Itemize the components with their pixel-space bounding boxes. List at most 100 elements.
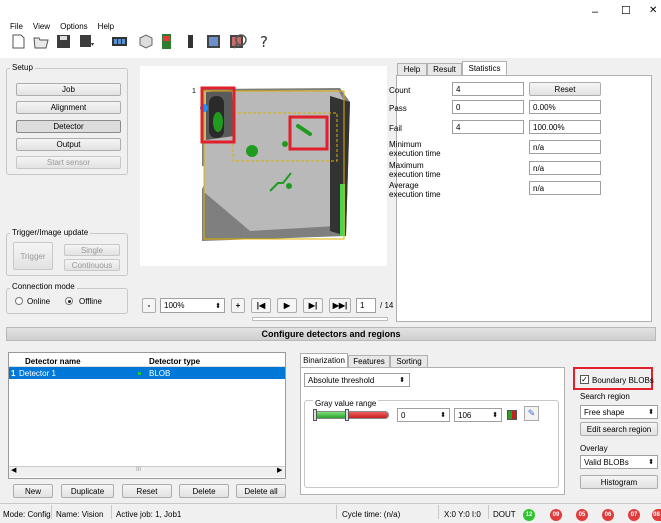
toolbar — [0, 34, 661, 58]
svg-text:?: ? — [260, 33, 268, 50]
row-detector-type: BLOB — [149, 369, 171, 378]
tab-binarization[interactable]: Binarization — [300, 353, 348, 367]
status-divider — [438, 505, 439, 519]
maximize-icon[interactable]: ☐ — [621, 4, 631, 17]
spin-arrows-icon: ⬍ — [440, 412, 446, 419]
single-button[interactable]: Single — [64, 244, 120, 256]
open-folder-icon[interactable] — [33, 33, 50, 50]
overlay-select[interactable]: Valid BLOBs ⬍ — [580, 455, 658, 469]
gray-low-input[interactable]: 0 ⬍ — [397, 408, 450, 422]
start-sensor-button[interactable]: Start sensor — [16, 156, 121, 169]
min-exec-label: Minimum execution time — [389, 140, 441, 158]
threshold-mode-select[interactable]: Absolute threshold ⬍ — [304, 373, 410, 387]
spin-arrows-icon: ⬍ — [399, 377, 405, 384]
row-index: 1 — [11, 369, 16, 378]
tab-result[interactable]: Result — [427, 63, 462, 75]
tab-sorting[interactable]: Sorting — [390, 355, 428, 367]
count-label: Count — [389, 86, 411, 95]
new-detector-button[interactable]: New — [13, 484, 53, 498]
row-detector-name: Detector 1 — [19, 369, 56, 378]
trigger-title: Trigger/Image update — [10, 228, 91, 237]
color-toggle-icon[interactable] — [507, 410, 517, 420]
reset-stats-button[interactable]: Reset — [529, 82, 601, 96]
gray-high-input[interactable]: 106 ⬍ — [454, 408, 502, 422]
alignment-button[interactable]: Alignment — [16, 101, 121, 114]
boundary-checkbox[interactable]: ✓ — [580, 375, 589, 384]
status-dout: DOUT — [493, 510, 516, 519]
tab-statistics[interactable]: Statistics — [462, 61, 507, 75]
table-scrollbar[interactable] — [9, 466, 285, 477]
display-icon[interactable] — [182, 33, 199, 50]
scroll-right-icon[interactable]: ▶ — [277, 466, 282, 474]
gray-range-slider[interactable] — [313, 409, 389, 421]
dout-led-07: 07 — [628, 509, 640, 521]
slider-low-handle[interactable] — [313, 409, 317, 421]
frame-input[interactable]: 1 — [356, 298, 376, 313]
minimize-icon[interactable]: – — [592, 6, 598, 18]
offline-label: Offline — [79, 297, 102, 306]
spin-arrows-icon: ⬍ — [215, 302, 221, 310]
reset-detector-button[interactable]: Reset — [122, 484, 172, 498]
fail-percent-field: 100.00% — [529, 120, 601, 134]
scroll-left-icon[interactable]: ◀ — [11, 466, 16, 474]
overlay-title: Overlay — [580, 444, 608, 453]
delete-button[interactable]: Delete — [179, 484, 229, 498]
pipette-icon[interactable]: ✎ — [524, 406, 539, 421]
delete-all-button[interactable]: Delete all — [236, 484, 286, 498]
last-frame-icon[interactable]: ▶▶| — [329, 298, 351, 313]
continuous-button[interactable]: Continuous — [64, 259, 120, 271]
sensor-icon[interactable] — [158, 33, 175, 50]
cube-icon[interactable] — [137, 33, 154, 50]
image-marker-label: 1 — [192, 88, 196, 95]
help-icon[interactable]: ? — [256, 33, 273, 50]
search-region-select[interactable]: Free shape ⬍ — [580, 405, 658, 419]
save-icon[interactable] — [55, 33, 72, 50]
column-header-name[interactable]: Detector name — [25, 357, 81, 366]
step-forward-icon[interactable]: ▶| — [303, 298, 323, 313]
dout-led-12: 12 — [523, 509, 535, 521]
offline-radio[interactable] — [65, 297, 73, 305]
section-header: Configure detectors and regions — [6, 327, 656, 341]
tab-features[interactable]: Features — [348, 355, 390, 367]
menu-bar: File View Options Help — [0, 22, 661, 34]
new-job-icon[interactable] — [10, 33, 27, 50]
duplicate-button[interactable]: Duplicate — [61, 484, 114, 498]
spin-arrows-icon: ⬍ — [648, 409, 654, 416]
scroll-thumb[interactable]: III — [136, 467, 141, 473]
first-frame-icon[interactable]: |◀ — [251, 298, 271, 313]
trigger-button[interactable]: Trigger — [13, 242, 53, 270]
loupe-icon[interactable] — [232, 33, 249, 50]
online-radio[interactable] — [15, 297, 23, 305]
image-viewer[interactable]: 1 — [140, 66, 387, 266]
save-as-icon[interactable] — [78, 33, 95, 50]
zoom-out-button[interactable]: - — [142, 298, 156, 313]
status-cycle: Cycle time: (n/a) — [342, 510, 401, 519]
tab-help[interactable]: Help — [397, 63, 427, 75]
boundary-label: Boundary BLOBs — [592, 376, 654, 385]
status-xyi: X:0 Y:0 I:0 — [444, 510, 481, 519]
blob-dot-icon — [138, 372, 141, 375]
slider-high-handle[interactable] — [345, 409, 349, 421]
job-button[interactable]: Job — [16, 83, 121, 96]
output-button[interactable]: Output — [16, 138, 121, 151]
image-scrollbar[interactable] — [252, 317, 388, 321]
online-label: Online — [27, 297, 51, 306]
max-exec-field: n/a — [529, 161, 601, 175]
detector-button[interactable]: Detector — [16, 120, 121, 133]
histogram-button[interactable]: Histogram — [580, 475, 658, 489]
spin-arrows-icon: ⬍ — [648, 459, 654, 466]
pass-percent-field: 0.00% — [529, 100, 601, 114]
zoom-select[interactable]: 100% ⬍ — [160, 298, 225, 313]
edit-search-region-button[interactable]: Edit search region — [580, 422, 658, 436]
close-icon[interactable]: ✕ — [649, 5, 657, 16]
book-icon[interactable] — [205, 33, 222, 50]
status-name: Name: Vision — [56, 510, 104, 519]
dout-led-06: 06 — [602, 509, 614, 521]
spin-arrows-icon: ⬍ — [492, 412, 498, 419]
status-divider — [111, 505, 112, 519]
fail-label: Fail — [389, 124, 402, 133]
column-header-type[interactable]: Detector type — [149, 357, 200, 366]
filmstrip-icon[interactable] — [111, 33, 128, 50]
play-icon[interactable]: ▶ — [277, 298, 297, 313]
zoom-in-button[interactable]: + — [231, 298, 245, 313]
